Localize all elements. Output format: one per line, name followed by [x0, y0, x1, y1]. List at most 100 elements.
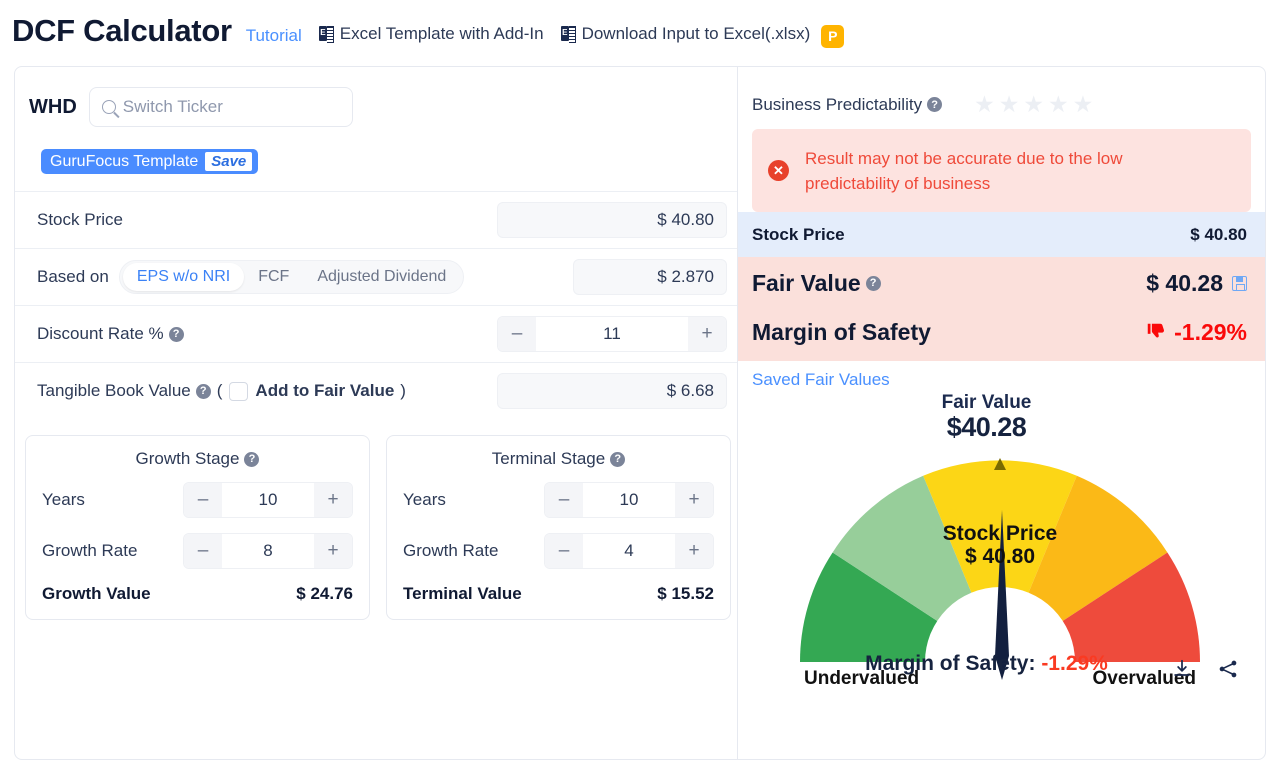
based-on-value: $ 2.870: [573, 259, 727, 295]
result-fair-value-label-text: Fair Value: [752, 269, 861, 296]
help-icon-fair-value[interactable]: ?: [865, 275, 881, 291]
gauge-actions: [1171, 658, 1239, 680]
growth-value-label: Growth Value: [42, 584, 151, 603]
gauge-fair-value-label: Fair Value: [941, 392, 1032, 413]
template-row: GuruFocus Template Save: [15, 127, 737, 174]
terminal-years-minus-button[interactable]: –: [545, 483, 583, 517]
discount-rate-minus-button[interactable]: –: [498, 317, 536, 351]
excel-icon: E: [318, 26, 334, 43]
growth-value-amount: $ 24.76: [296, 584, 353, 603]
growth-stage-title-text: Growth Stage: [135, 449, 240, 468]
terminal-years-plus-button[interactable]: +: [675, 483, 713, 517]
terminal-rate-stepper[interactable]: – 4 +: [544, 533, 714, 569]
tangible-book-value-label: Tangible Book Value ? ( Add to Fair Valu…: [37, 381, 406, 401]
share-icon[interactable]: [1217, 658, 1239, 680]
terminal-stage-title: Terminal Stage ?: [403, 449, 714, 469]
terminal-rate-value[interactable]: 4: [583, 534, 675, 568]
gauge-stock-price-label: Stock Price: [943, 522, 1057, 545]
tutorial-link[interactable]: Tutorial: [246, 26, 302, 46]
based-on-option-eps[interactable]: EPS w/o NRI: [122, 263, 245, 291]
result-margin-value: -1.29%: [1174, 318, 1247, 345]
discount-rate-stepper[interactable]: – 11 +: [497, 316, 727, 352]
terminal-years-stepper[interactable]: – 10 +: [544, 482, 714, 518]
excel-template-label: Excel Template with Add-In: [339, 23, 544, 43]
low-predictability-alert: ✕ Result may not be accurate due to the …: [752, 129, 1251, 212]
discount-rate-value[interactable]: 11: [536, 317, 688, 351]
help-icon-tangible-book[interactable]: ?: [195, 383, 211, 399]
gauge-fair-value-amount: $40.28: [946, 412, 1027, 442]
growth-years-stepper[interactable]: – 10 +: [183, 482, 353, 518]
gauge-margin-caption: Margin of Safety: -1.29%: [738, 652, 1235, 676]
result-fair-value-label: Fair Value ?: [752, 270, 881, 297]
page-header: DCF Calculator Tutorial E Excel Template…: [0, 0, 1280, 58]
terminal-value-row: Terminal Value $ 15.52: [403, 584, 714, 604]
error-icon: ✕: [768, 160, 789, 181]
search-placeholder: Switch Ticker: [122, 97, 223, 116]
discount-rate-plus-button[interactable]: +: [688, 317, 726, 351]
growth-value-row: Growth Value $ 24.76: [42, 584, 353, 604]
template-name: GuruFocus Template: [50, 152, 199, 170]
star-icon-4: ★: [1047, 91, 1069, 117]
growth-rate-minus-button[interactable]: –: [184, 534, 222, 568]
download-icon[interactable]: [1171, 658, 1193, 680]
growth-rate-stepper[interactable]: – 8 +: [183, 533, 353, 569]
help-icon-discount-rate[interactable]: ?: [168, 326, 184, 342]
growth-rate-row: Growth Rate – 8 +: [42, 533, 353, 569]
terminal-value-label: Terminal Value: [403, 584, 522, 603]
result-margin-of-safety-row: Margin of Safety -1.29%: [738, 309, 1265, 361]
stock-price-label: Stock Price: [37, 210, 123, 229]
growth-years-plus-button[interactable]: +: [314, 483, 352, 517]
growth-years-minus-button[interactable]: –: [184, 483, 222, 517]
result-stock-price-row: Stock Price $ 40.80: [738, 212, 1265, 257]
page-title: DCF Calculator: [12, 13, 232, 48]
premium-badge[interactable]: P: [821, 24, 845, 48]
star-icon-3: ★: [1023, 91, 1044, 117]
growth-rate-plus-button[interactable]: +: [314, 534, 352, 568]
valuation-gauge: Fair Value $40.28 Stock Price $ 40.80 Un…: [738, 392, 1265, 692]
template-save-button[interactable]: Save: [205, 152, 253, 171]
download-input-link[interactable]: E Download Input to Excel(.xlsx): [560, 24, 810, 44]
terminal-rate-minus-button[interactable]: –: [545, 534, 583, 568]
terminal-years-value[interactable]: 10: [583, 483, 675, 517]
star-icon-2: ★: [998, 91, 1020, 117]
business-predictability-label-text: Business Predictability: [752, 94, 923, 114]
gurufocus-template-pill[interactable]: GuruFocus Template Save: [41, 149, 259, 174]
help-icon-growth-stage[interactable]: ?: [244, 451, 260, 467]
ticker-symbol: WHD: [29, 95, 77, 118]
business-predictability-label: Business Predictability ?: [752, 94, 943, 115]
discount-rate-label-text: Discount Rate %: [37, 324, 164, 343]
result-margin-label: Margin of Safety: [752, 318, 931, 345]
terminal-rate-label: Growth Rate: [403, 541, 499, 560]
growth-years-value[interactable]: 10: [222, 483, 314, 517]
tangible-book-value-row: Tangible Book Value ? ( Add to Fair Valu…: [15, 362, 737, 419]
result-fair-value-amount: $ 40.28: [1146, 269, 1223, 296]
add-to-fair-value-label: Add to Fair Value: [255, 381, 395, 400]
star-icon-5: ★: [1072, 91, 1094, 117]
star-icon-1: ★: [974, 91, 995, 117]
ticker-row: WHD Switch Ticker: [15, 67, 737, 127]
result-fair-value-row: Fair Value ? $ 40.28: [738, 257, 1265, 309]
based-on-option-adjusted-dividend[interactable]: Adjusted Dividend: [303, 263, 460, 291]
help-icon-predictability[interactable]: ?: [927, 97, 943, 112]
terminal-years-label: Years: [403, 490, 446, 509]
saved-fair-values-link[interactable]: Saved Fair Values: [738, 361, 1265, 390]
switch-ticker-input[interactable]: Switch Ticker: [88, 87, 353, 127]
tangible-book-value-amount: $ 6.68: [497, 373, 727, 409]
excel-template-link[interactable]: E Excel Template with Add-In: [318, 23, 544, 44]
terminal-stage-title-text: Terminal Stage: [491, 449, 606, 468]
predictability-star-rating: ★ ★ ★ ★ ★: [974, 93, 1093, 116]
terminal-rate-row: Growth Rate – 4 +: [403, 533, 714, 569]
based-on-segmented-control[interactable]: EPS w/o NRI FCF Adjusted Dividend: [118, 260, 465, 294]
save-icon[interactable]: [1232, 275, 1247, 291]
based-on-row: Based on EPS w/o NRI FCF Adjusted Divide…: [15, 248, 737, 305]
search-icon: [101, 100, 116, 114]
terminal-value-amount: $ 15.52: [657, 584, 714, 603]
growth-rate-value[interactable]: 8: [222, 534, 314, 568]
based-on-option-fcf[interactable]: FCF: [244, 263, 303, 291]
tangible-book-value-label-text: Tangible Book Value: [37, 381, 191, 400]
terminal-rate-plus-button[interactable]: +: [675, 534, 713, 568]
growth-stage-title: Growth Stage ?: [42, 449, 353, 469]
help-icon-terminal-stage[interactable]: ?: [610, 451, 626, 467]
add-to-fair-value-checkbox[interactable]: [229, 381, 249, 401]
result-stock-price-value: $ 40.80: [1190, 224, 1247, 244]
